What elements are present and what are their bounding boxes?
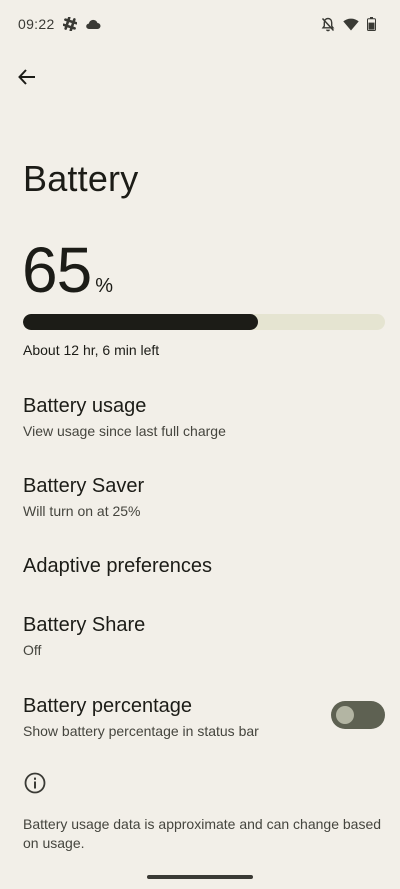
adaptive-preferences-item[interactable]: Adaptive preferences xyxy=(0,553,400,579)
battery-time-left: About 12 hr, 6 min left xyxy=(23,342,160,358)
cloud-icon xyxy=(85,18,101,30)
gesture-nav-handle[interactable] xyxy=(147,875,253,879)
setting-title: Battery Saver xyxy=(23,475,145,497)
battery-icon xyxy=(367,17,376,31)
slack-icon xyxy=(62,17,77,31)
setting-title: Adaptive preferences xyxy=(23,555,213,577)
setting-title: Battery percentage xyxy=(23,695,192,717)
wifi-icon xyxy=(343,18,359,31)
battery-progress-bar xyxy=(23,314,385,330)
toggle-knob xyxy=(336,706,354,724)
setting-summary: Off xyxy=(23,642,42,658)
status-time: 09:22 xyxy=(18,16,55,32)
battery-percent-value: 65 xyxy=(22,234,92,306)
setting-title: Battery Share xyxy=(23,614,146,636)
setting-title: Battery usage xyxy=(23,395,147,417)
back-button[interactable] xyxy=(10,60,44,94)
battery-percentage-toggle[interactable] xyxy=(331,701,385,729)
status-bar: 09:22 xyxy=(0,0,400,48)
footer-disclaimer: Battery usage data is approximate and ca… xyxy=(23,816,382,851)
notifications-off-icon xyxy=(321,17,335,32)
battery-level: 65 % xyxy=(22,234,113,306)
battery-saver-item[interactable]: Battery Saver Will turn on at 25% xyxy=(0,473,400,521)
battery-usage-item[interactable]: Battery usage View usage since last full… xyxy=(0,393,400,441)
setting-summary: View usage since last full charge xyxy=(23,423,226,439)
info-icon xyxy=(24,772,46,794)
arrow-back-icon xyxy=(17,67,37,87)
setting-summary: Show battery percentage in status bar xyxy=(23,723,259,739)
battery-share-item[interactable]: Battery Share Off xyxy=(0,612,400,660)
page-title: Battery xyxy=(23,158,139,199)
battery-progress-fill xyxy=(23,314,259,330)
status-bar-right xyxy=(321,17,376,32)
battery-percent-unit: % xyxy=(95,275,113,297)
setting-summary: Will turn on at 25% xyxy=(23,503,141,519)
status-bar-left: 09:22 xyxy=(18,16,101,32)
